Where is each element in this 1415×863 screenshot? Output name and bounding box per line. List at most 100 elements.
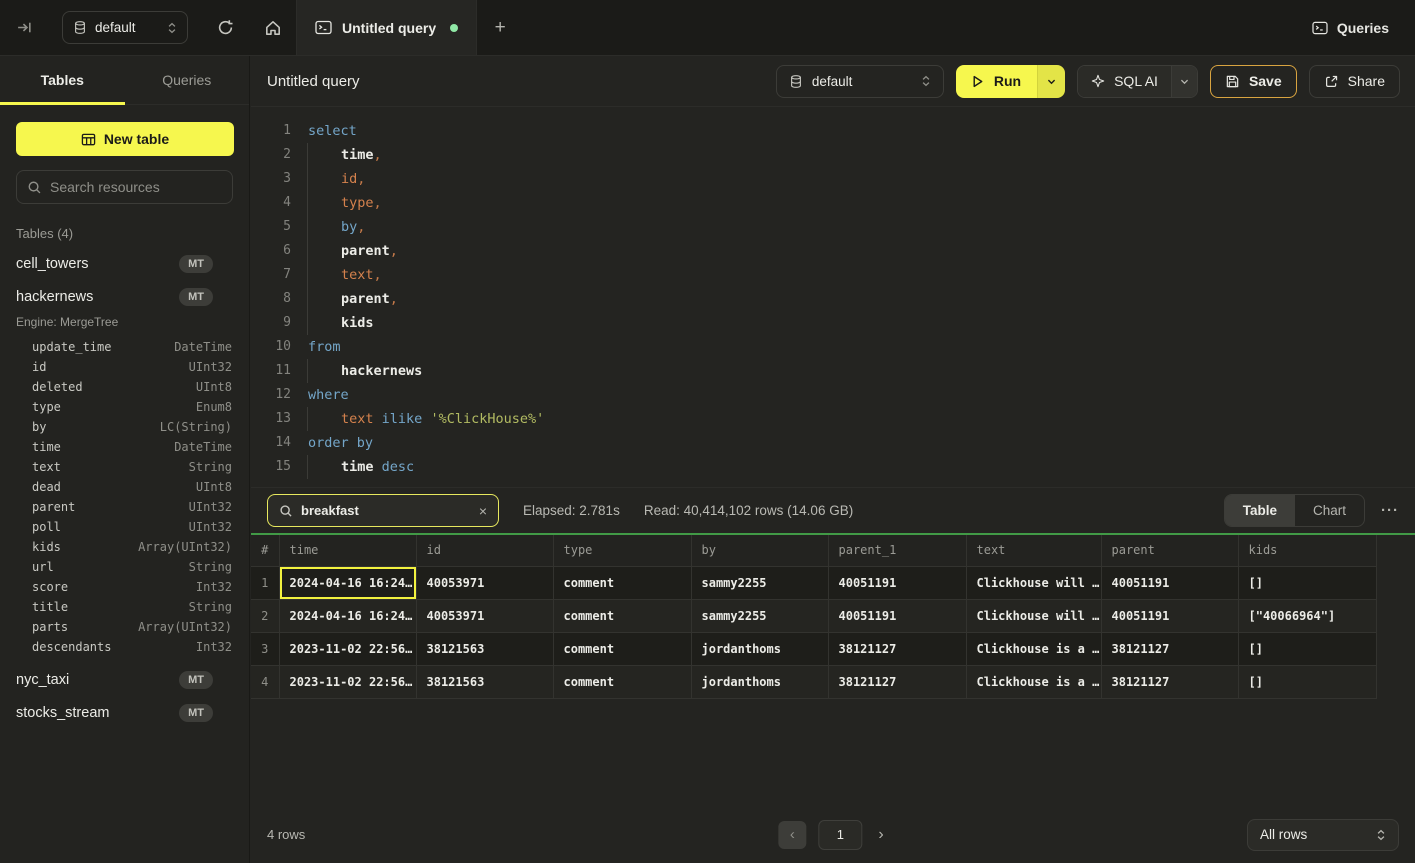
sql-ai-button[interactable]: SQL AI — [1078, 66, 1171, 97]
code-line-9[interactable]: 9kids — [267, 311, 1415, 335]
code-line-4[interactable]: 4type, — [267, 191, 1415, 215]
database-selector-top[interactable]: default — [62, 11, 188, 44]
code-line-12[interactable]: 12where — [267, 383, 1415, 407]
cell-id[interactable]: 40053971 — [416, 599, 553, 632]
column-row-parts[interactable]: partsArray(UInt32) — [0, 617, 249, 637]
col-header-id[interactable]: id — [416, 535, 553, 566]
cell-time[interactable]: 2024-04-16 16:24… — [279, 566, 416, 599]
col-header-text[interactable]: text — [966, 535, 1101, 566]
column-row-time[interactable]: timeDateTime — [0, 437, 249, 457]
table-item-nyc_taxi[interactable]: nyc_taxiMT — [0, 663, 249, 696]
table-item-cell_towers[interactable]: cell_towersMT — [0, 247, 249, 280]
collapse-sidebar-icon[interactable] — [16, 19, 33, 36]
cell-id[interactable]: 40053971 — [416, 566, 553, 599]
share-button[interactable]: Share — [1309, 65, 1400, 98]
queries-link[interactable]: Queries — [1312, 0, 1415, 55]
view-toggle-chart[interactable]: Chart — [1295, 495, 1364, 526]
col-header-kids[interactable]: kids — [1238, 535, 1376, 566]
column-row-type[interactable]: typeEnum8 — [0, 397, 249, 417]
cell-parent[interactable]: 38121127 — [1101, 632, 1238, 665]
new-tab-button[interactable]: + — [477, 0, 523, 55]
cell-parent[interactable]: 40051191 — [1101, 566, 1238, 599]
col-header-parent_1[interactable]: parent_1 — [828, 535, 966, 566]
cell-parent_1[interactable]: 38121127 — [828, 665, 966, 698]
sidebar-tab-tables[interactable]: Tables — [0, 56, 125, 104]
code-line-8[interactable]: 8parent, — [267, 287, 1415, 311]
cell-type[interactable]: comment — [553, 665, 691, 698]
column-row-url[interactable]: urlString — [0, 557, 249, 577]
cell-id[interactable]: 38121563 — [416, 632, 553, 665]
code-line-2[interactable]: 2time, — [267, 143, 1415, 167]
sidebar-search[interactable] — [16, 170, 233, 204]
sql-editor[interactable]: 1select2time,3id,4type,5by,6parent,7text… — [251, 107, 1415, 487]
cell-text[interactable]: Clickhouse will … — [966, 599, 1101, 632]
cell-kids[interactable]: [] — [1238, 632, 1376, 665]
code-line-15[interactable]: 15time desc — [267, 455, 1415, 479]
table-item-hackernews[interactable]: hackernewsMT — [0, 280, 249, 313]
column-row-poll[interactable]: pollUInt32 — [0, 517, 249, 537]
database-selector-query[interactable]: default — [776, 65, 944, 98]
code-line-14[interactable]: 14order by — [267, 431, 1415, 455]
cell-text[interactable]: Clickhouse is a … — [966, 632, 1101, 665]
cell-parent_1[interactable]: 38121127 — [828, 632, 966, 665]
row-index[interactable]: 1 — [251, 566, 279, 599]
col-header-type[interactable]: type — [553, 535, 691, 566]
refresh-icon[interactable] — [217, 19, 234, 36]
next-page-button[interactable]: › — [874, 826, 887, 844]
run-options-button[interactable] — [1037, 65, 1065, 98]
code-line-11[interactable]: 11hackernews — [267, 359, 1415, 383]
row-index[interactable]: 2 — [251, 599, 279, 632]
sql-ai-options-button[interactable] — [1171, 66, 1197, 97]
cell-type[interactable]: comment — [553, 566, 691, 599]
row-index[interactable]: 4 — [251, 665, 279, 698]
row-index[interactable]: 3 — [251, 632, 279, 665]
column-row-deleted[interactable]: deletedUInt8 — [0, 377, 249, 397]
new-table-button[interactable]: New table — [16, 122, 234, 156]
cell-time[interactable]: 2023-11-02 22:56… — [279, 665, 416, 698]
cell-id[interactable]: 38121563 — [416, 665, 553, 698]
col-header-parent[interactable]: parent — [1101, 535, 1238, 566]
page-size-selector[interactable]: All rows — [1247, 819, 1399, 851]
cell-text[interactable]: Clickhouse is a … — [966, 665, 1101, 698]
code-line-3[interactable]: 3id, — [267, 167, 1415, 191]
column-row-title[interactable]: titleString — [0, 597, 249, 617]
tab-untitled-query[interactable]: Untitled query — [296, 0, 477, 55]
clear-search-icon[interactable]: × — [479, 503, 487, 519]
page-number-input[interactable]: 1 — [818, 820, 862, 850]
cell-kids[interactable]: [] — [1238, 665, 1376, 698]
cell-parent_1[interactable]: 40051191 — [828, 599, 966, 632]
cell-time[interactable]: 2023-11-02 22:56… — [279, 632, 416, 665]
code-line-6[interactable]: 6parent, — [267, 239, 1415, 263]
cell-by[interactable]: sammy2255 — [691, 566, 828, 599]
results-search-input[interactable] — [301, 503, 471, 518]
column-row-kids[interactable]: kidsArray(UInt32) — [0, 537, 249, 557]
code-line-10[interactable]: 10from — [267, 335, 1415, 359]
code-line-7[interactable]: 7text, — [267, 263, 1415, 287]
cell-by[interactable]: jordanthoms — [691, 632, 828, 665]
column-row-text[interactable]: textString — [0, 457, 249, 477]
run-button[interactable]: Run — [956, 65, 1037, 98]
home-button[interactable] — [250, 0, 296, 55]
cell-by[interactable]: jordanthoms — [691, 665, 828, 698]
col-header-index[interactable]: # — [251, 535, 279, 566]
col-header-time[interactable]: time — [279, 535, 416, 566]
view-toggle-table[interactable]: Table — [1225, 495, 1295, 526]
cell-kids[interactable]: ["40066964"] — [1238, 599, 1376, 632]
cell-parent[interactable]: 38121127 — [1101, 665, 1238, 698]
code-line-1[interactable]: 1select — [267, 119, 1415, 143]
resource-search-input[interactable] — [50, 179, 222, 195]
cell-parent[interactable]: 40051191 — [1101, 599, 1238, 632]
sidebar-tab-queries[interactable]: Queries — [125, 56, 250, 104]
column-row-parent[interactable]: parentUInt32 — [0, 497, 249, 517]
column-row-by[interactable]: byLC(String) — [0, 417, 249, 437]
column-row-descendants[interactable]: descendantsInt32 — [0, 637, 249, 657]
code-line-13[interactable]: 13text ilike '%ClickHouse%' — [267, 407, 1415, 431]
column-row-dead[interactable]: deadUInt8 — [0, 477, 249, 497]
more-options-icon[interactable]: ··· — [1381, 502, 1399, 519]
cell-type[interactable]: comment — [553, 599, 691, 632]
column-row-id[interactable]: idUInt32 — [0, 357, 249, 377]
cell-by[interactable]: sammy2255 — [691, 599, 828, 632]
column-row-score[interactable]: scoreInt32 — [0, 577, 249, 597]
cell-type[interactable]: comment — [553, 632, 691, 665]
col-header-by[interactable]: by — [691, 535, 828, 566]
